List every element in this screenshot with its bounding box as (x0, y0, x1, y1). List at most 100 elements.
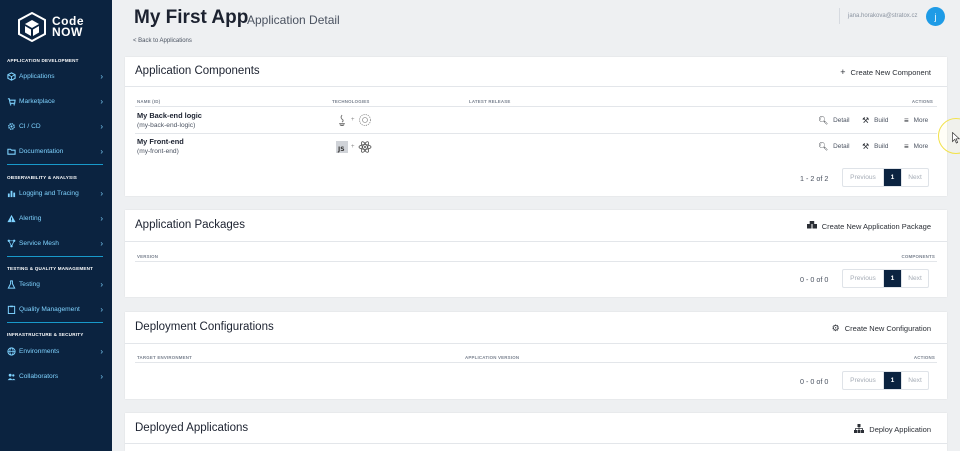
column-header-latest-release: LATEST RELEASE (469, 99, 511, 104)
next-page-button[interactable]: Next (901, 372, 928, 389)
sidebar-item-applications[interactable]: Applications › (0, 68, 112, 84)
sidebar-item-label: Documentation (19, 148, 63, 155)
button-label: Create New Application Package (822, 222, 931, 231)
technologies-cell: + (336, 113, 372, 127)
button-label: Create New Component (851, 68, 931, 77)
cube-logo-icon (18, 12, 46, 42)
sidebar-item-logging[interactable]: Logging and Tracing › (0, 185, 112, 201)
section-title-infra: INFRASTRUCTURE & SECURITY (7, 332, 83, 337)
application-components-card: Application Components + Create New Comp… (125, 57, 947, 196)
component-id: (my-back-end-logic) (137, 122, 195, 129)
card-header: Deployed Applications Deploy Application (125, 413, 947, 444)
build-button[interactable]: ⚒︎Build (862, 142, 888, 151)
column-header-actions: ACTIONS (914, 355, 935, 360)
flask-icon (7, 280, 16, 289)
card-header: Deployment Configurations ⚙︎ Create New … (125, 312, 947, 344)
section-title-observability: OBSERVABILITY & ANALYSIS (7, 175, 77, 180)
detail-button[interactable]: 🔍︎Detail (818, 116, 850, 125)
next-page-button[interactable]: Next (901, 270, 928, 287)
sidebar-item-label: Marketplace (19, 98, 55, 105)
card-header: Application Packages Create New Applicat… (125, 210, 947, 242)
pagination: Previous 1 Next (842, 269, 929, 288)
chevron-right-icon: › (100, 122, 103, 131)
card-title: Application Packages (135, 219, 245, 231)
sidebar-item-label: Testing (19, 281, 40, 288)
sidebar-item-quality[interactable]: Quality Management › (0, 301, 112, 317)
more-button[interactable]: ≡ More (904, 142, 928, 151)
detail-button[interactable]: 🔍︎Detail (818, 142, 850, 151)
card-header: Application Components + Create New Comp… (125, 57, 947, 87)
table-divider (135, 362, 937, 363)
column-header-version: VERSION (137, 254, 158, 259)
column-header-target-environment: TARGET ENVIRONMENT (137, 355, 192, 360)
technologies-cell: JS + (336, 140, 372, 154)
magnifier-icon: 🔍︎ (818, 142, 828, 151)
boxes-icon (807, 221, 817, 231)
deployment-configurations-card: Deployment Configurations ⚙︎ Create New … (125, 312, 947, 399)
avatar[interactable]: j (926, 7, 945, 26)
current-page-button[interactable]: 1 (884, 270, 901, 287)
create-new-component-button[interactable]: + Create New Component (840, 67, 931, 77)
spring-icon (358, 113, 372, 127)
page-subtitle: Application Detail (247, 13, 340, 27)
button-label: More (914, 117, 929, 124)
chevron-right-icon: › (100, 97, 103, 106)
mesh-icon (7, 239, 16, 248)
more-button[interactable]: ≡More (904, 116, 928, 125)
chevron-right-icon: › (100, 239, 103, 248)
sidebar-item-marketplace[interactable]: Marketplace › (0, 93, 112, 109)
java-icon (336, 113, 348, 127)
sidebar-item-environments[interactable]: Environments › (0, 343, 112, 359)
create-new-package-button[interactable]: Create New Application Package (807, 221, 931, 231)
pagination-count: 0 - 0 of 0 (800, 377, 828, 386)
chevron-right-icon: › (100, 147, 103, 156)
component-name[interactable]: My Back-end logic (137, 111, 202, 120)
previous-page-button[interactable]: Previous (843, 270, 884, 287)
back-to-applications-link[interactable]: < Back to Applications (133, 38, 192, 44)
sidebar-item-label: Alerting (19, 215, 41, 222)
next-page-button[interactable]: Next (901, 169, 928, 186)
column-header-actions: ACTIONS (912, 99, 933, 104)
pagination-count: 1 - 2 of 2 (800, 174, 828, 183)
sidebar-item-documentation[interactable]: Documentation › (0, 143, 112, 159)
chevron-right-icon: › (100, 280, 103, 289)
cubes-icon (7, 72, 16, 81)
button-label: More (914, 143, 929, 150)
cogs-icon: ⚙︎ (832, 323, 840, 334)
component-id: (my-front-end) (137, 148, 179, 155)
sidebar-item-label: Logging and Tracing (19, 190, 79, 197)
sidebar-item-service-mesh[interactable]: Service Mesh › (0, 235, 112, 251)
build-button[interactable]: ⚒︎Build (862, 116, 888, 125)
sidebar-item-label: Environments (19, 348, 59, 355)
create-new-configuration-button[interactable]: ⚙︎ Create New Configuration (832, 323, 931, 334)
menu-icon: ≡ (904, 142, 909, 151)
chevron-right-icon: › (100, 189, 103, 198)
chevron-right-icon: › (100, 214, 103, 223)
sidebar-divider (7, 256, 103, 257)
logo-text: Code NOW (52, 16, 84, 38)
deploy-application-button[interactable]: Deploy Application (854, 424, 931, 435)
user-email[interactable]: jana.horakova@stratox.cz (848, 13, 917, 19)
component-name[interactable]: My Front-end (137, 137, 184, 146)
pagination-count: 0 - 0 of 0 (800, 275, 828, 284)
sidebar-item-testing[interactable]: Testing › (0, 276, 112, 292)
pagination: Previous 1 Next (842, 168, 929, 187)
table-divider (135, 261, 937, 262)
sidebar-item-cicd[interactable]: CI / CD › (0, 118, 112, 134)
sidebar-item-label: Applications (19, 73, 55, 80)
application-packages-card: Application Packages Create New Applicat… (125, 210, 947, 297)
column-header-components: COMPONENTS (902, 254, 935, 259)
previous-page-button[interactable]: Previous (843, 169, 884, 186)
card-title: Application Components (135, 65, 260, 77)
current-page-button[interactable]: 1 (884, 372, 901, 389)
previous-page-button[interactable]: Previous (843, 372, 884, 389)
section-title-app-dev: APPLICATION DEVELOPMENT (7, 58, 79, 63)
sidebar-item-alerting[interactable]: Alerting › (0, 210, 112, 226)
codenow-logo[interactable]: Code NOW (18, 10, 102, 44)
sidebar-item-collaborators[interactable]: Collaborators › (0, 368, 112, 384)
button-label: Deploy Application (869, 425, 931, 434)
js-icon: JS (336, 141, 348, 153)
clipboard-icon (7, 305, 16, 314)
header-separator (839, 8, 840, 24)
current-page-button[interactable]: 1 (884, 169, 901, 186)
